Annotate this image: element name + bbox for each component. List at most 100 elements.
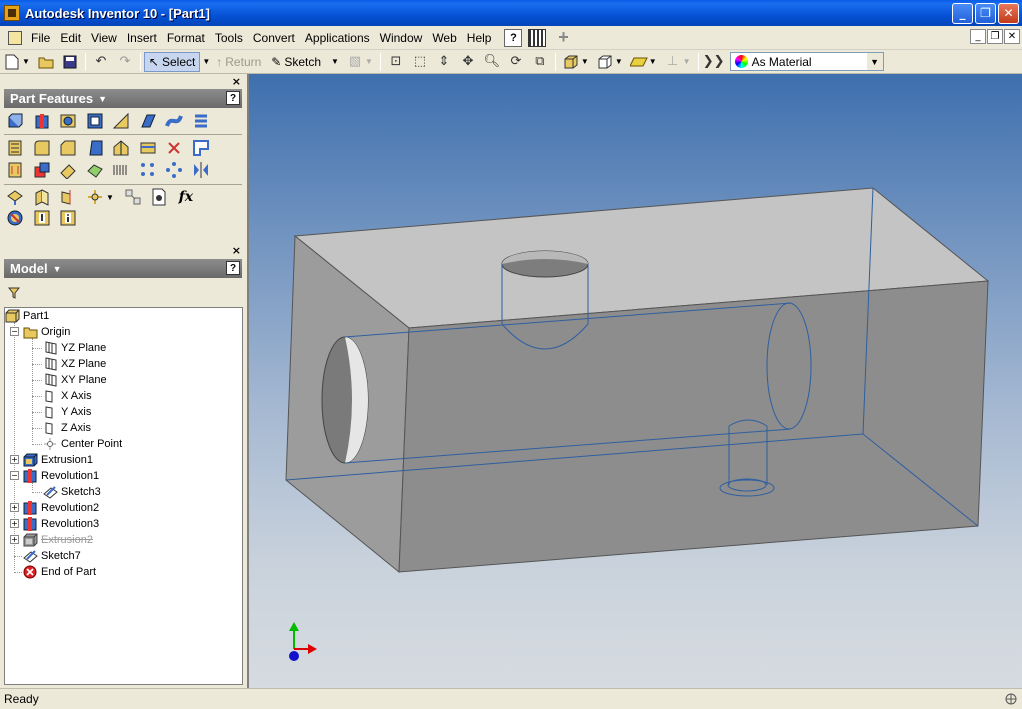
undo-icon[interactable]: ↶ — [92, 53, 110, 71]
coil-icon[interactable] — [192, 112, 210, 130]
sweep-icon[interactable] — [165, 112, 183, 130]
rotate-icon[interactable]: ⟳ — [507, 53, 525, 71]
rectangular-pattern-icon[interactable] — [139, 161, 157, 179]
display-mode-icon[interactable] — [562, 53, 580, 71]
menu-tools[interactable]: Tools — [210, 28, 248, 48]
tree-item-z-axis[interactable]: Z Axis — [43, 420, 91, 436]
minimize-button[interactable]: _ — [952, 2, 973, 24]
help-topics-icon[interactable]: ? — [504, 28, 523, 47]
tree-item-sketch3[interactable]: Sketch3 — [43, 484, 101, 500]
zoom-selected-icon[interactable]: 🔍︎ — [483, 53, 501, 71]
menu-insert[interactable]: Insert — [122, 28, 162, 48]
circular-pattern-icon[interactable] — [165, 161, 183, 179]
menu-window[interactable]: Window — [375, 28, 428, 48]
shadow-dropdown-icon[interactable]: ▼ — [649, 57, 657, 66]
replace-face-icon[interactable] — [139, 139, 157, 157]
menu-format[interactable]: Format — [162, 28, 210, 48]
revolve-icon[interactable] — [33, 112, 51, 130]
model-panel-close-icon[interactable]: × — [232, 244, 241, 257]
new-file-icon[interactable] — [3, 53, 21, 71]
menu-file[interactable]: File — [26, 28, 55, 48]
structure-icon[interactable]: ⊥ — [664, 53, 682, 71]
doc-minimize-button[interactable]: _ — [970, 29, 986, 44]
document-icon[interactable] — [8, 30, 22, 45]
tree-item-revolution3[interactable]: Revolution3 — [23, 516, 99, 532]
save-icon[interactable] — [61, 53, 79, 71]
update-icon[interactable]: ▧ — [346, 53, 364, 71]
camera-view-icon[interactable] — [596, 53, 614, 71]
select-dropdown-icon[interactable]: ▼ — [202, 57, 210, 66]
work-point-dropdown-icon[interactable]: ▼ — [106, 193, 114, 206]
menu-edit[interactable]: Edit — [55, 28, 86, 48]
tree-item-center-point[interactable]: Center Point — [43, 436, 122, 452]
inventor-app-icon[interactable] — [4, 5, 20, 21]
chamfer-icon[interactable] — [59, 139, 77, 157]
mirror-feature-icon[interactable] — [192, 161, 210, 179]
work-point-icon[interactable] — [86, 188, 104, 206]
tree-item-yz-plane[interactable]: YZ Plane — [43, 340, 106, 356]
part-features-header[interactable]: Part Features ▼ ? — [4, 89, 242, 108]
features-panel-close-icon[interactable]: × — [232, 75, 241, 88]
zoom-all-icon[interactable]: ⊡ — [387, 53, 405, 71]
open-folder-icon[interactable] — [37, 53, 55, 71]
tree-item-revolution2[interactable]: Revolution2 — [23, 500, 99, 516]
delete-face-icon[interactable] — [165, 139, 183, 157]
camera-dropdown-icon[interactable]: ▼ — [615, 57, 623, 66]
sketch-button[interactable]: ✎ Sketch — [269, 55, 323, 69]
derived-component-icon[interactable] — [33, 161, 51, 179]
bend-part-icon[interactable] — [112, 161, 130, 179]
redo-icon[interactable]: ↷ — [116, 53, 134, 71]
calculator-icon[interactable] — [528, 28, 547, 47]
fillet-icon[interactable] — [33, 139, 51, 157]
split-icon[interactable] — [112, 139, 130, 157]
tree-item-origin[interactable]: Origin — [23, 324, 70, 340]
decal-icon[interactable] — [192, 139, 210, 157]
menu-web[interactable]: Web — [427, 28, 461, 48]
filter-icon[interactable] — [7, 287, 21, 299]
close-button[interactable]: ✕ — [998, 2, 1019, 24]
shell-icon[interactable] — [86, 112, 104, 130]
thicken-icon[interactable] — [59, 161, 77, 180]
menu-view[interactable]: View — [86, 28, 122, 48]
work-axis-plane-icon[interactable] — [59, 188, 77, 206]
tree-item-y-axis[interactable]: Y Axis — [43, 404, 91, 420]
feature-stop-icon[interactable] — [6, 209, 24, 227]
face-draft-icon[interactable] — [86, 139, 104, 157]
extrusion2-expand-toggle[interactable]: + — [10, 535, 19, 544]
loft-icon[interactable] — [139, 112, 157, 130]
emboss-icon[interactable] — [6, 161, 24, 179]
material-dropdown-icon[interactable]: ▼ — [866, 53, 883, 70]
model-browser-tree[interactable]: Part1 − Origin YZ Plane XZ Plane XY Plan… — [4, 307, 243, 685]
select-button[interactable]: ↖ Select — [143, 51, 201, 72]
rib-icon[interactable] — [112, 112, 130, 130]
network-status-icon[interactable] — [1004, 692, 1018, 706]
revolution3-expand-toggle[interactable]: + — [10, 519, 19, 528]
maximize-button[interactable]: ❐ — [975, 2, 996, 24]
features-help-icon[interactable]: ? — [226, 91, 240, 105]
title-bar[interactable]: Autodesk Inventor 10 - [Part1] _ ❐ ✕ — [0, 0, 1022, 26]
work-axis-icon[interactable] — [33, 188, 51, 206]
model-help-icon[interactable]: ? — [226, 261, 240, 275]
tree-item-extrusion1[interactable]: Extrusion1 — [23, 452, 93, 468]
menu-applications[interactable]: Applications — [300, 28, 375, 48]
work-plane-icon[interactable] — [6, 188, 24, 206]
display-mode-dropdown-icon[interactable]: ▼ — [581, 57, 589, 66]
new-dropdown-icon[interactable]: ▼ — [22, 57, 30, 66]
model-header[interactable]: Model ▼ ? — [4, 259, 242, 278]
revolution2-expand-toggle[interactable]: + — [10, 503, 19, 512]
table-icon[interactable] — [33, 209, 51, 227]
fx-parameters-icon[interactable]: fx — [177, 188, 195, 206]
tree-item-sketch7[interactable]: Sketch7 — [23, 548, 81, 564]
update-dropdown-icon[interactable]: ▼ — [365, 57, 373, 66]
parameters-doc-icon[interactable] — [150, 188, 168, 206]
tree-item-xy-plane[interactable]: XY Plane — [43, 372, 107, 388]
pan-icon[interactable]: ✥ — [459, 53, 477, 71]
revolution1-collapse-toggle[interactable]: − — [10, 471, 19, 480]
return-button[interactable]: ↑ Return — [214, 55, 263, 69]
origin-collapse-toggle[interactable]: − — [10, 327, 19, 336]
hole-icon[interactable] — [59, 112, 77, 130]
menu-help[interactable]: Help — [462, 28, 497, 48]
look-at-icon[interactable]: ⧉ — [531, 53, 549, 71]
plus-icon[interactable]: + — [554, 28, 572, 47]
graphics-viewport[interactable] — [247, 74, 1022, 688]
